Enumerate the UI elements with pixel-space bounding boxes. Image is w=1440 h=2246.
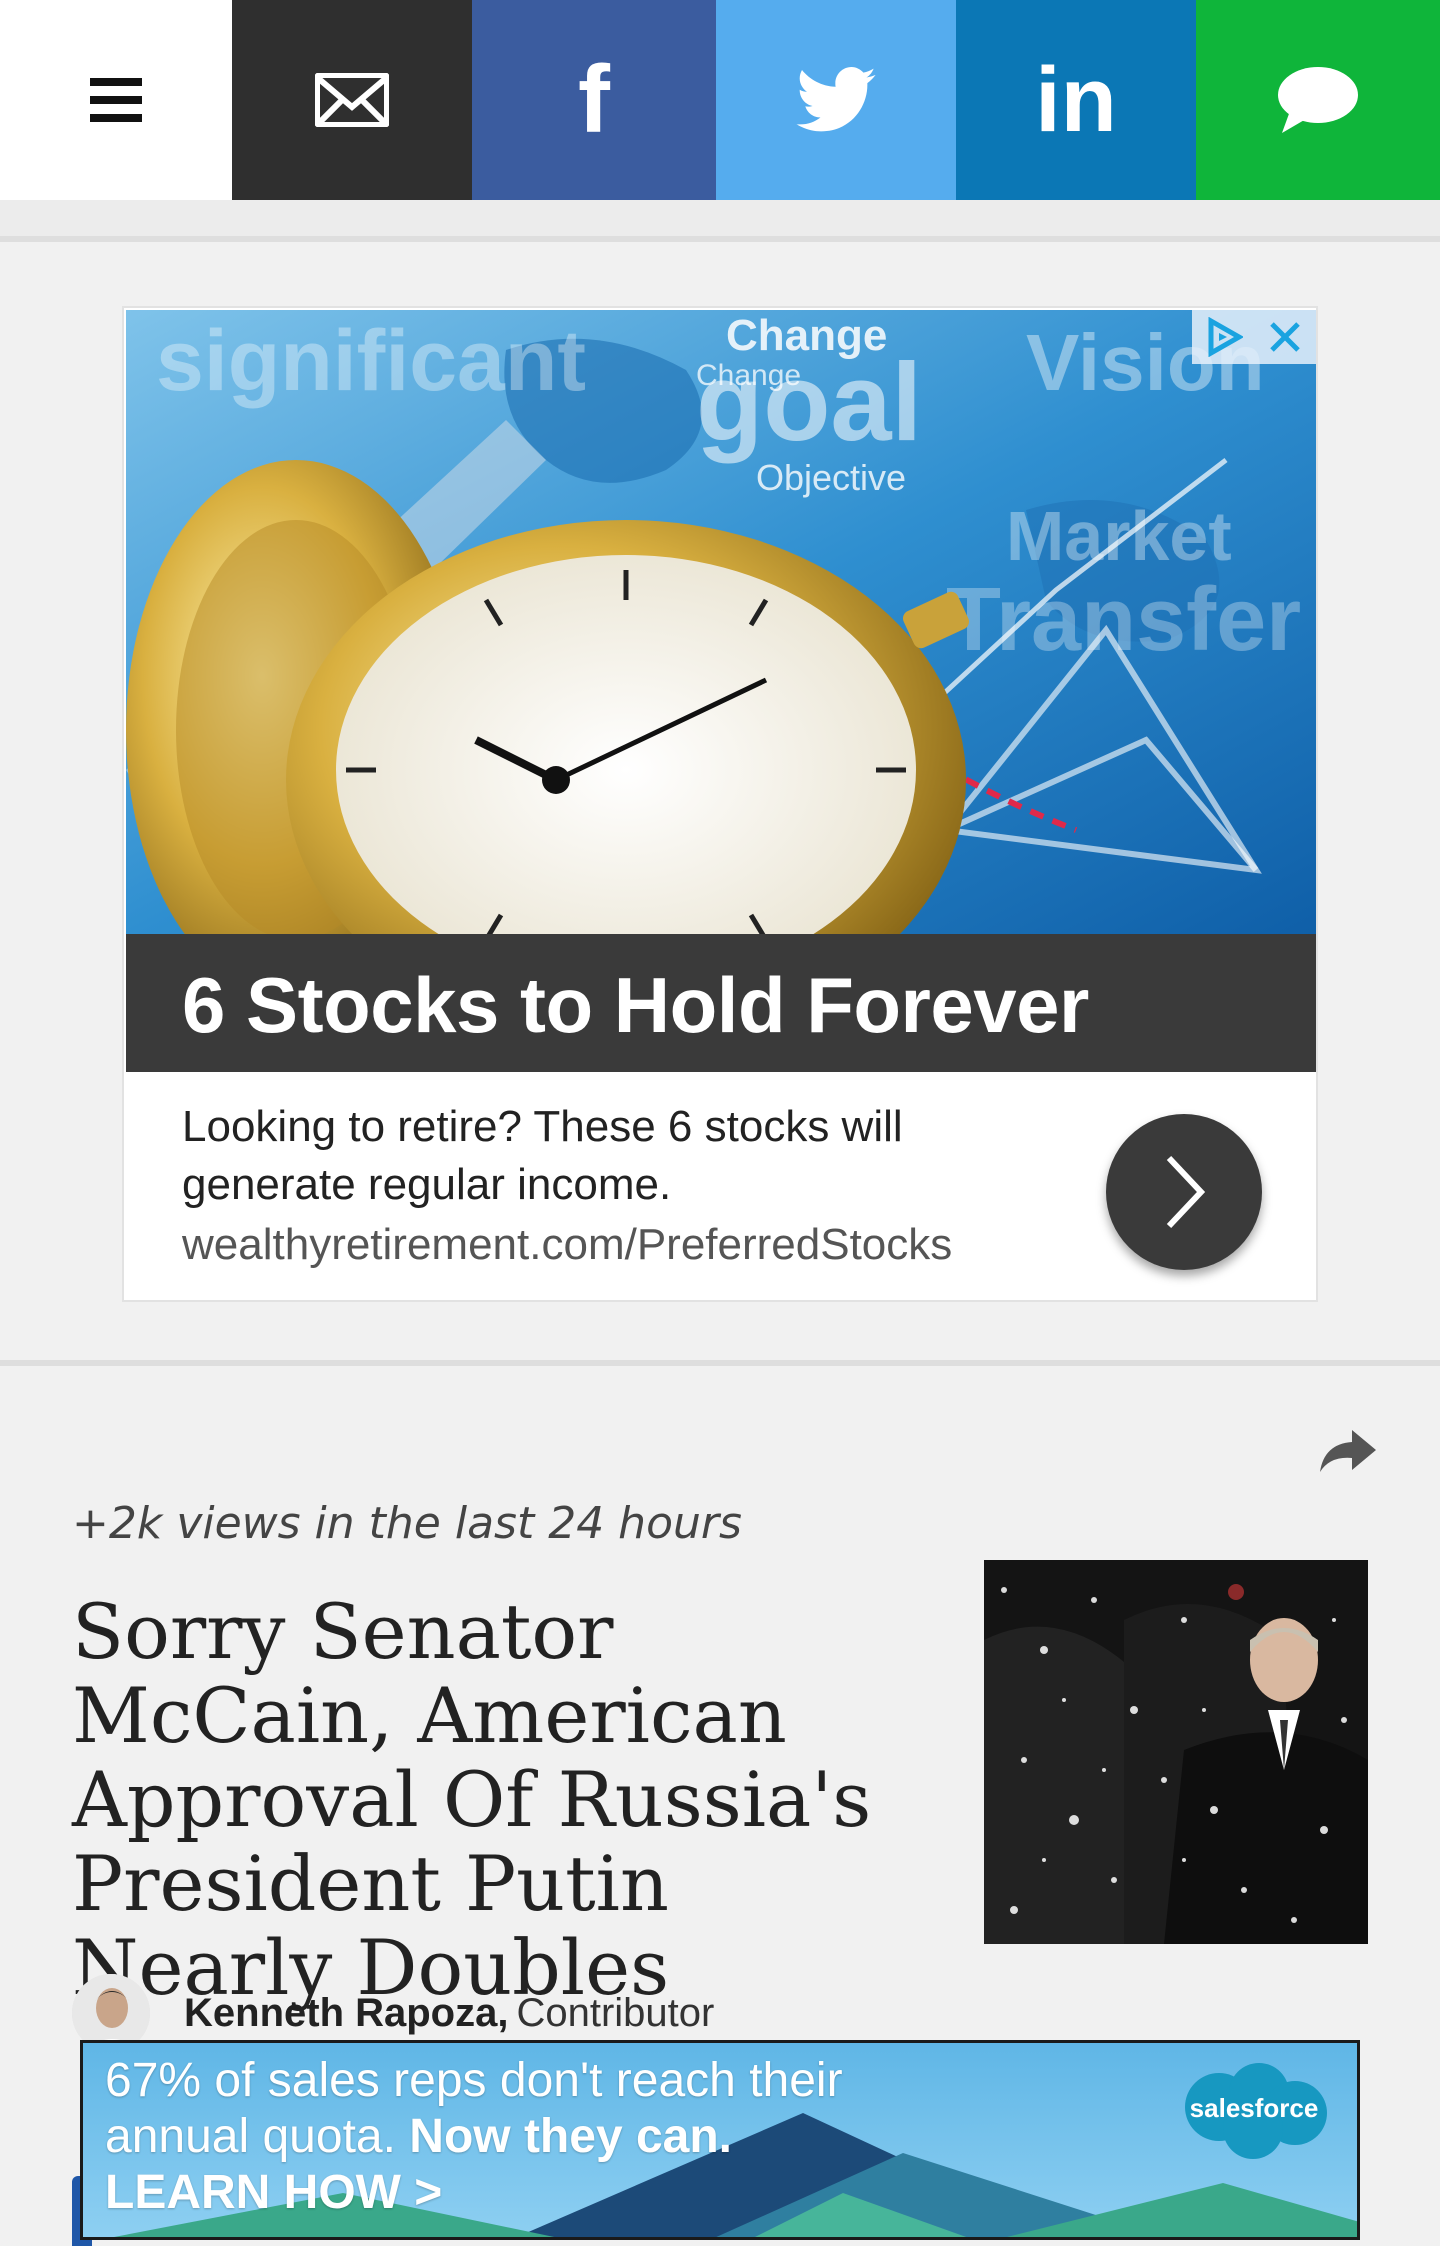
banner-line-2a: annual quota. <box>105 2110 396 2163</box>
adchoices-button[interactable] <box>1192 310 1254 364</box>
facebook-share-button[interactable]: f <box>472 0 716 200</box>
author-byline[interactable]: Kenneth Rapoza, Contributor <box>72 1974 715 2052</box>
svg-text:Change: Change <box>696 359 801 392</box>
banner-line-1: 67% of sales reps don't reach their <box>105 2054 843 2107</box>
banner-line-2b: Now they can. <box>409 2110 733 2163</box>
adchoices-icon <box>1208 317 1243 357</box>
section-divider <box>0 1360 1440 1366</box>
sms-share-button[interactable] <box>1196 0 1440 200</box>
menu-button[interactable] <box>0 0 232 200</box>
ad-headline[interactable]: 6 Stocks to Hold Forever <box>182 960 1089 1051</box>
author-role: Contributor <box>516 1990 715 2035</box>
share-arrow-icon[interactable] <box>1318 1420 1378 1480</box>
linkedin-share-button[interactable]: in <box>956 0 1196 200</box>
ad-open-button[interactable] <box>1106 1114 1262 1270</box>
article-thumbnail[interactable] <box>984 1560 1368 1944</box>
banner-text[interactable]: 67% of sales reps don't reach their annu… <box>105 2053 843 2221</box>
linkedin-icon: in <box>1035 48 1117 151</box>
ad-headline-bar[interactable]: 6 Stocks to Hold Forever <box>126 934 1316 1072</box>
adchoices[interactable] <box>1192 310 1316 364</box>
svg-text:significant: significant <box>156 313 586 409</box>
ad-description[interactable]: Looking to retire? These 6 stocks will g… <box>182 1098 1042 1214</box>
close-ad-button[interactable] <box>1254 310 1316 364</box>
svg-text:Objective: Objective <box>756 457 906 498</box>
topbar-separator <box>0 200 1440 242</box>
article-headline[interactable]: Sorry Senator McCain, American Approval … <box>72 1590 952 2010</box>
salesforce-logo-text: salesforce <box>1189 2093 1319 2123</box>
hamburger-menu-icon <box>90 78 142 122</box>
twitter-share-button[interactable] <box>716 0 956 200</box>
salesforce-banner-ad[interactable]: 67% of sales reps don't reach their annu… <box>80 2040 1360 2240</box>
banner-learn-how-link[interactable]: LEARN HOW > <box>105 2165 843 2221</box>
salesforce-logo[interactable]: salesforce <box>1169 2057 1339 2167</box>
email-share-button[interactable] <box>232 0 472 200</box>
svg-text:Market: Market <box>1006 497 1232 575</box>
author-name[interactable]: Kenneth Rapoza, <box>184 1991 508 2036</box>
sponsored-ad[interactable]: significant Change goal Objective Vision… <box>122 306 1318 1302</box>
speech-bubble-icon <box>1278 67 1358 133</box>
ad-image[interactable]: significant Change goal Objective Vision… <box>126 310 1316 934</box>
facebook-icon: f <box>578 46 610 153</box>
share-bar: f in <box>0 0 1440 200</box>
close-icon <box>1270 322 1300 352</box>
chevron-right-icon <box>1166 1155 1206 1229</box>
envelope-icon <box>315 73 389 127</box>
ad-url[interactable]: wealthyretirement.com/PreferredStocks <box>182 1220 952 1270</box>
views-count: +2k views in the last 24 hours <box>72 1498 742 1549</box>
twitter-bird-icon <box>796 67 876 132</box>
